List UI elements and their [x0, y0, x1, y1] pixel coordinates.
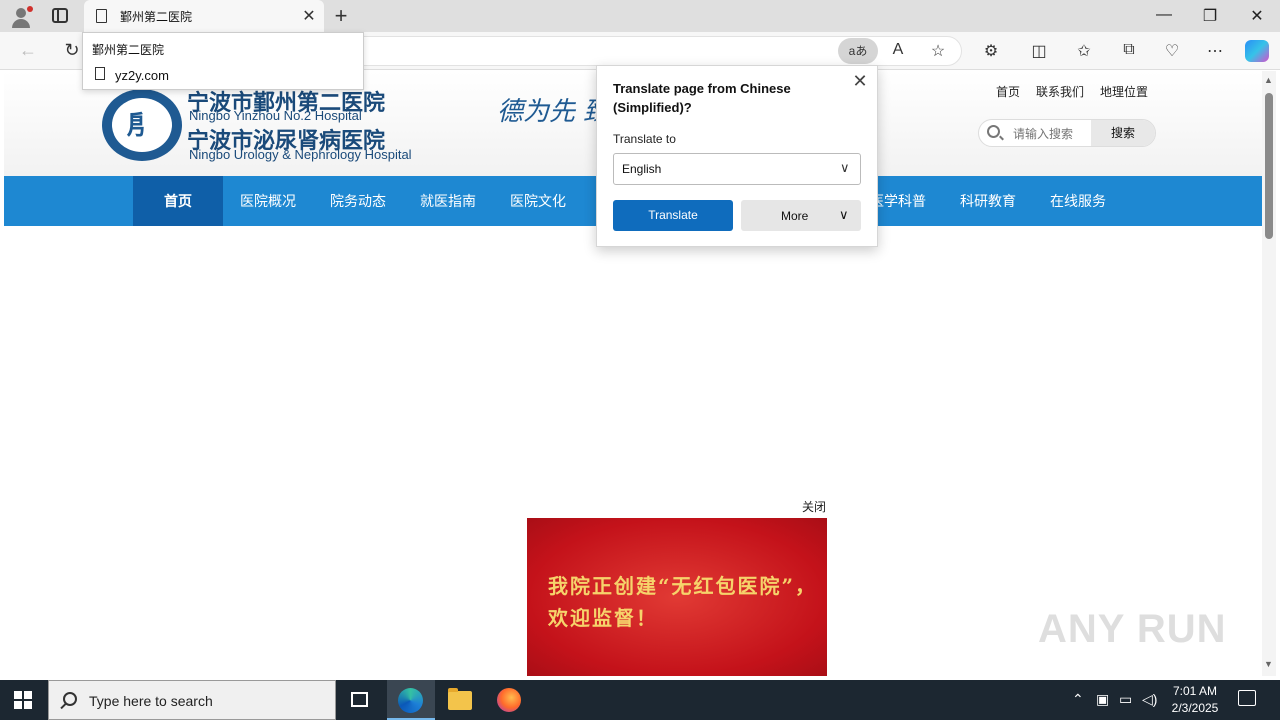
toplink-contact[interactable]: 联系我们	[1036, 83, 1084, 100]
page-scrollbar[interactable]: ▲ ▼	[1262, 71, 1276, 676]
profile-icon[interactable]	[8, 4, 34, 28]
collections-icon[interactable]: ⧉	[1118, 41, 1140, 59]
floating-banner[interactable]: 我院正创建“无红包医院”，欢迎监督！	[527, 518, 827, 676]
copilot-icon[interactable]	[1245, 40, 1269, 62]
nav-online-service[interactable]: 在线服务	[1033, 176, 1123, 226]
scroll-up-icon[interactable]: ▲	[1264, 75, 1273, 85]
tray-app-icon[interactable]: ▣	[1096, 691, 1109, 708]
minimize-icon[interactable]: —	[1152, 6, 1176, 24]
favorite-star-icon[interactable]: ☆	[927, 41, 949, 61]
window-close-icon[interactable]: ✕	[1245, 6, 1269, 26]
banner-text: 我院正创建“无红包医院”，欢迎监督！	[548, 574, 818, 630]
nav-guide[interactable]: 就医指南	[403, 176, 493, 226]
notification-icon[interactable]	[1238, 690, 1256, 706]
file-explorer-icon[interactable]	[448, 688, 472, 710]
edge-icon[interactable]	[398, 688, 423, 713]
page-icon	[96, 9, 107, 23]
windows-start-icon[interactable]	[14, 691, 32, 709]
tab-actions-icon[interactable]	[52, 8, 68, 23]
nav-research[interactable]: 科研教育	[943, 176, 1033, 226]
back-icon[interactable]: ←	[16, 40, 40, 61]
site-search: 搜索	[978, 119, 1156, 147]
suggestion-title[interactable]: 鄞州第二医院	[92, 41, 164, 58]
tray-chevron-icon[interactable]: ⌃	[1072, 691, 1084, 708]
clock[interactable]: 7:01 AM 2/3/2025	[1164, 683, 1226, 717]
more-menu-icon[interactable]: ⋯	[1204, 41, 1226, 61]
more-button-label: More	[781, 209, 809, 223]
task-view-icon[interactable]	[351, 692, 368, 707]
scroll-down-icon[interactable]: ▼	[1264, 659, 1273, 669]
watermark: ANY RUN	[1038, 607, 1227, 651]
browser-tab[interactable]: 鄞州第二医院 ✕	[84, 0, 324, 32]
banner-close-button[interactable]: 关闭	[802, 498, 826, 515]
hospital-logo: 㐆	[102, 89, 182, 161]
search-icon	[63, 692, 77, 706]
taskbar-search[interactable]: Type here to search	[48, 680, 336, 720]
nav-overview[interactable]: 医院概况	[223, 176, 313, 226]
translate-close-icon[interactable]: ✕	[851, 71, 869, 92]
read-aloud-icon[interactable]: A	[887, 41, 909, 59]
browser-titlebar: 鄞州第二医院 ✕ + — ❐ ✕	[0, 0, 1280, 32]
taskbar-search-text: Type here to search	[89, 693, 213, 709]
nav-culture[interactable]: 医院文化	[493, 176, 583, 226]
split-screen-icon[interactable]: ◫	[1028, 41, 1050, 61]
restore-icon[interactable]: ❐	[1198, 6, 1222, 26]
scrollbar-thumb[interactable]	[1265, 93, 1273, 239]
chevron-down-icon: ∨	[840, 160, 850, 175]
firefox-icon[interactable]	[497, 688, 521, 712]
nav-home[interactable]: 首页	[133, 176, 223, 226]
performance-icon[interactable]: ♡	[1161, 41, 1183, 61]
address-suggestions: 鄞州第二医院 yz2y.com	[82, 32, 364, 90]
network-icon[interactable]: ▭	[1119, 691, 1132, 708]
clock-date: 2/3/2025	[1171, 701, 1219, 715]
search-icon	[987, 125, 1000, 138]
tab-close-icon[interactable]: ✕	[300, 6, 318, 26]
selected-language: English	[622, 162, 662, 176]
translate-icon[interactable]: aあ	[838, 38, 878, 64]
suggestion-url[interactable]: yz2y.com	[115, 68, 169, 83]
nav-news[interactable]: 院务动态	[313, 176, 403, 226]
translate-popup: Translate page from Chinese (Simplified)…	[596, 65, 878, 247]
site-search-input[interactable]	[1013, 124, 1083, 144]
motto-calligraphy: 德为先 臻	[497, 97, 610, 127]
extensions-icon[interactable]: ⚙	[980, 41, 1002, 61]
translate-button[interactable]: Translate	[613, 200, 733, 231]
chevron-down-icon: ∨	[839, 207, 849, 222]
favorites-icon[interactable]: ✩	[1073, 41, 1095, 61]
more-button[interactable]: More ∨	[741, 200, 861, 231]
hospital-name-en: Ningbo Yinzhou No.2 Hospital	[189, 108, 362, 123]
site-search-button[interactable]: 搜索	[1091, 120, 1155, 146]
file-icon	[95, 67, 105, 80]
toplink-home[interactable]: 首页	[996, 83, 1020, 100]
new-tab-icon[interactable]: +	[331, 3, 351, 29]
reload-icon[interactable]: ↻	[60, 40, 84, 61]
translate-title: Translate page from Chinese (Simplified)…	[613, 81, 791, 115]
volume-icon[interactable]: ◁)	[1142, 691, 1157, 708]
translate-to-label: Translate to	[613, 132, 676, 146]
toplink-location[interactable]: 地理位置	[1100, 83, 1148, 100]
language-select[interactable]: English ∨	[613, 153, 861, 185]
hospital-alt-name-en: Ningbo Urology & Nephrology Hospital	[189, 147, 412, 162]
taskbar: Type here to search ⌃ ▣ ▭ ◁) 7:01 AM 2/3…	[0, 680, 1280, 720]
tab-title: 鄞州第二医院	[120, 10, 193, 24]
clock-time: 7:01 AM	[1172, 684, 1218, 698]
